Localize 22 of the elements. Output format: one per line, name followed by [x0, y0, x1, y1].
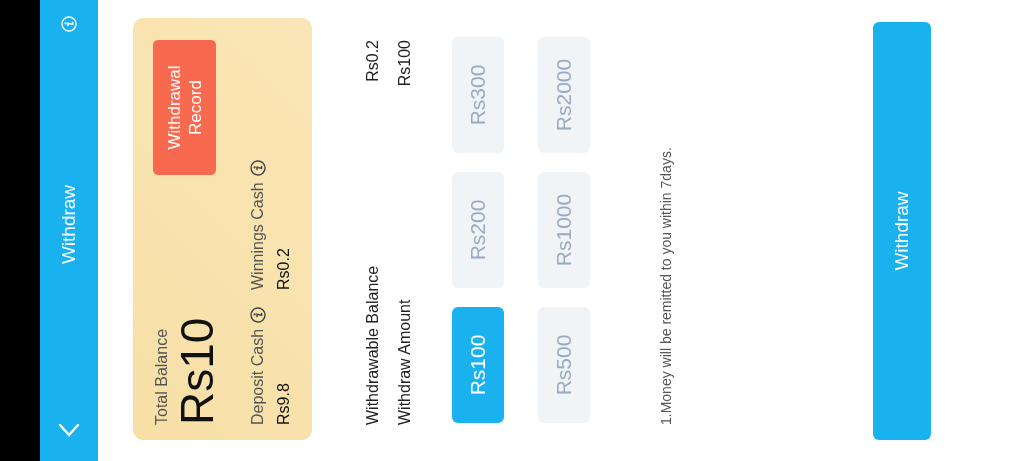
- summary-label: Withdraw Amount: [396, 299, 414, 425]
- summary-value: Rs0.2: [364, 40, 382, 82]
- amount-option[interactable]: Rs1000: [538, 172, 590, 288]
- amount-option[interactable]: Rs300: [452, 37, 504, 153]
- withdrawal-record-button[interactable]: Withdrawal Record: [153, 40, 216, 175]
- cash-label: Deposit Cash: [248, 328, 267, 425]
- amount-option[interactable]: Rs500: [538, 307, 590, 423]
- cash-value: Rs9.8: [274, 382, 293, 425]
- total-balance-value: Rs10: [173, 316, 221, 425]
- note-text: 1.Money will be remitted to you within 7days.: [658, 146, 674, 425]
- cash-label: Winnings Cash: [248, 182, 267, 290]
- withdraw-button[interactable]: Withdraw: [873, 22, 931, 440]
- info-icon[interactable]: [249, 306, 266, 323]
- screen-title: Withdraw: [58, 184, 80, 265]
- amount-option[interactable]: Rs100: [452, 307, 504, 423]
- info-icon[interactable]: [249, 160, 266, 177]
- cash-value: Rs0.2: [274, 247, 293, 290]
- amount-option[interactable]: Rs200: [452, 172, 504, 288]
- total-balance-label: Total Balance: [153, 327, 171, 425]
- amount-option[interactable]: Rs2000: [538, 37, 590, 153]
- summary-value: Rs100: [396, 40, 414, 87]
- summary-label: Withdrawable Balance: [364, 265, 382, 425]
